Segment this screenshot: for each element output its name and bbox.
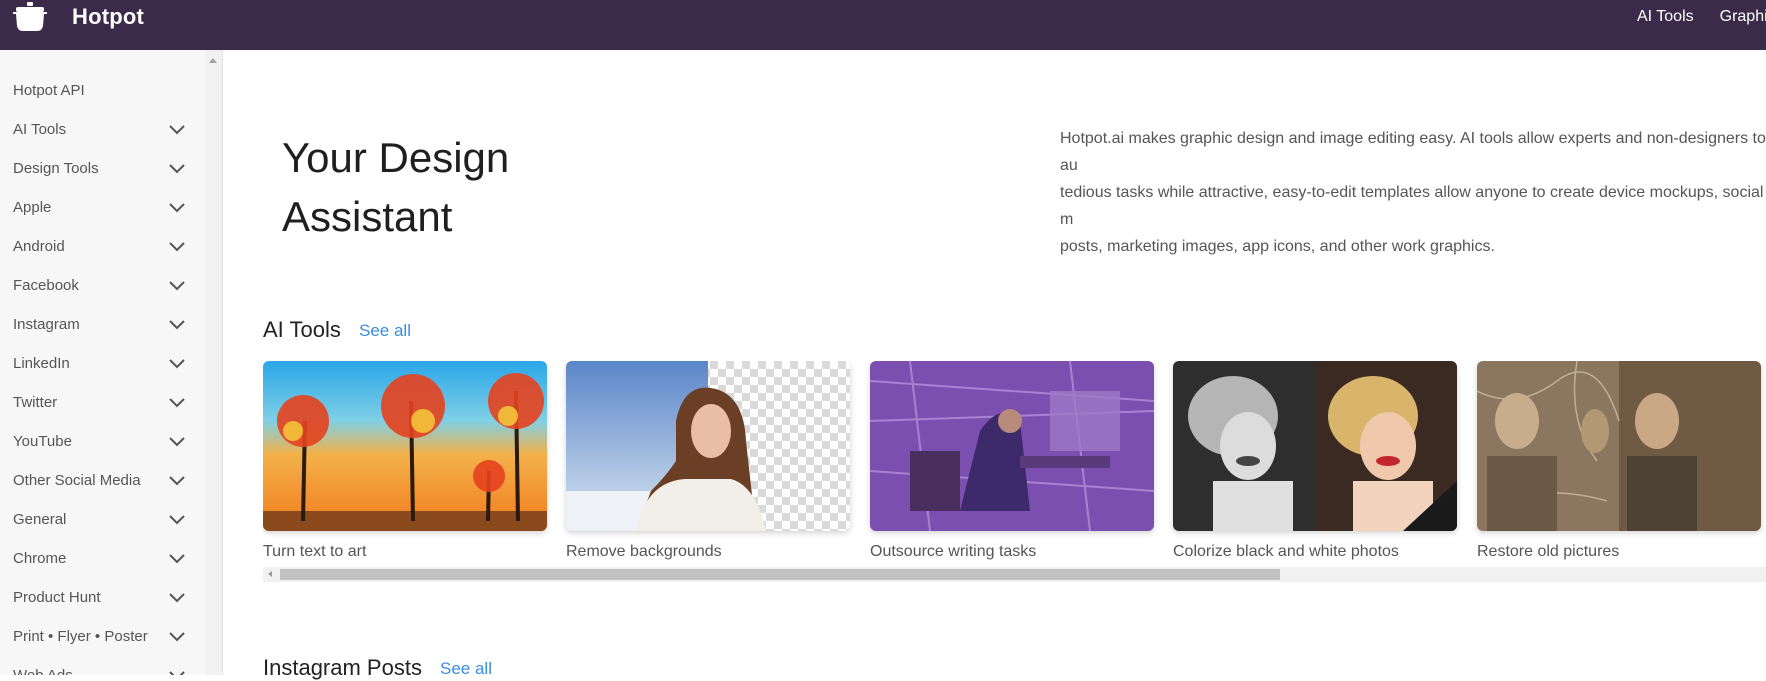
card-caption[interactable]: Outsource writing tasks	[870, 543, 1154, 561]
section-title-instagram-posts: Instagram Posts	[263, 655, 422, 680]
sidebar-item-label: Hotpot API	[13, 82, 85, 99]
hero-description: Hotpot.ai makes graphic design and image…	[1060, 130, 1766, 255]
sidebar-item-label: General	[13, 511, 67, 528]
card-outsource-writing[interactable]: Outsource writing tasks	[870, 361, 1154, 561]
sidebar-item-label: Other Social Media	[13, 472, 141, 489]
sidebar-item-android[interactable]: Android	[0, 227, 205, 266]
chevron-down-icon[interactable]	[169, 319, 185, 330]
see-all-ai-tools-link[interactable]: See all	[359, 321, 411, 341]
chevron-down-icon[interactable]	[169, 202, 185, 213]
sidebar: Hotpot API AI Tools Design Tools Apple A…	[0, 50, 205, 675]
card-restore-pictures[interactable]: Restore old pictures	[1477, 361, 1761, 561]
sidebar-item-product-hunt[interactable]: Product Hunt	[0, 578, 205, 617]
sidebar-item-hotpot-api[interactable]: Hotpot API	[0, 71, 205, 110]
sidebar-item-label: Instagram	[13, 316, 80, 333]
card-text-to-art[interactable]: Turn text to art	[263, 361, 547, 561]
section-title-ai-tools: AI Tools	[263, 317, 341, 342]
chevron-down-icon[interactable]	[169, 592, 185, 603]
chevron-down-icon[interactable]	[169, 241, 185, 252]
scroll-up-arrow-icon[interactable]	[209, 58, 217, 63]
card-caption[interactable]: Turn text to art	[263, 543, 547, 561]
sidebar-item-label: Twitter	[13, 394, 58, 411]
card-caption[interactable]: Remove backgrounds	[566, 543, 850, 561]
scroll-left-arrow-icon[interactable]	[268, 571, 272, 577]
chevron-down-icon[interactable]	[169, 358, 185, 369]
card-image[interactable]	[263, 361, 547, 531]
scrollbar-thumb[interactable]	[280, 569, 1280, 580]
chevron-down-icon[interactable]	[169, 514, 185, 525]
top-bar: Hotpot AI Tools Graphi	[0, 0, 1766, 50]
sidebar-item-label: Android	[13, 238, 65, 255]
chevron-down-icon[interactable]	[169, 670, 185, 675]
card-caption[interactable]: Restore old pictures	[1477, 543, 1761, 561]
sidebar-item-apple[interactable]: Apple	[0, 188, 205, 227]
sidebar-item-youtube[interactable]: YouTube	[0, 422, 205, 461]
hotpot-icon	[13, 2, 47, 31]
hero-title: Your Design Assistant	[282, 134, 510, 240]
sidebar-item-print-flyer-poster[interactable]: Print • Flyer • Poster	[0, 617, 205, 656]
sidebar-item-chrome[interactable]: Chrome	[0, 539, 205, 578]
nav-link-graphics[interactable]: Graphi	[1720, 8, 1766, 26]
sidebar-item-label: Product Hunt	[13, 589, 101, 606]
chevron-down-icon[interactable]	[169, 163, 185, 174]
ai-tools-carousel: Turn text to art Remove backgrounds Outs…	[263, 361, 1766, 566]
chevron-down-icon[interactable]	[169, 553, 185, 564]
sidebar-scrollbar[interactable]	[205, 50, 223, 675]
sidebar-item-label: Print • Flyer • Poster	[13, 628, 148, 645]
chevron-down-icon[interactable]	[169, 124, 185, 135]
card-caption[interactable]: Colorize black and white photos	[1173, 543, 1457, 561]
sidebar-item-other-social-media[interactable]: Other Social Media	[0, 461, 205, 500]
chevron-down-icon[interactable]	[169, 280, 185, 291]
top-nav: AI Tools Graphi	[1637, 0, 1766, 34]
sidebar-item-design-tools[interactable]: Design Tools	[0, 149, 205, 188]
sidebar-item-twitter[interactable]: Twitter	[0, 383, 205, 422]
sidebar-item-label: Apple	[13, 199, 52, 216]
sidebar-item-ai-tools[interactable]: AI Tools	[0, 110, 205, 149]
card-remove-backgrounds[interactable]: Remove backgrounds	[566, 361, 850, 561]
sidebar-item-label: Chrome	[13, 550, 67, 567]
sidebar-item-linkedin[interactable]: LinkedIn	[0, 344, 205, 383]
sidebar-item-label: Web Ads	[13, 667, 73, 675]
sidebar-item-instagram[interactable]: Instagram	[0, 305, 205, 344]
sidebar-item-label: Design Tools	[13, 160, 99, 177]
sidebar-item-web-ads[interactable]: Web Ads	[0, 656, 205, 675]
chevron-down-icon[interactable]	[169, 475, 185, 486]
nav-link-ai-tools[interactable]: AI Tools	[1637, 8, 1694, 26]
brand-name: Hotpot	[72, 4, 145, 29]
sidebar-item-label: LinkedIn	[13, 355, 70, 372]
sidebar-item-label: AI Tools	[13, 121, 67, 138]
sidebar-item-label: YouTube	[13, 433, 72, 450]
card-image[interactable]	[1173, 361, 1457, 531]
card-colorize-photos[interactable]: Colorize black and white photos	[1173, 361, 1457, 561]
card-image[interactable]	[1477, 361, 1761, 531]
chevron-down-icon[interactable]	[169, 631, 185, 642]
card-image[interactable]	[870, 361, 1154, 531]
carousel-scrollbar[interactable]	[263, 567, 1766, 582]
sidebar-item-label: Facebook	[13, 277, 79, 294]
sidebar-item-facebook[interactable]: Facebook	[0, 266, 205, 305]
card-image[interactable]	[566, 361, 850, 531]
chevron-down-icon[interactable]	[169, 436, 185, 447]
brand[interactable]: Hotpot	[12, 0, 144, 34]
chevron-down-icon[interactable]	[169, 397, 185, 408]
sidebar-item-general[interactable]: General	[0, 500, 205, 539]
see-all-instagram-posts-link[interactable]: See all	[440, 659, 492, 679]
